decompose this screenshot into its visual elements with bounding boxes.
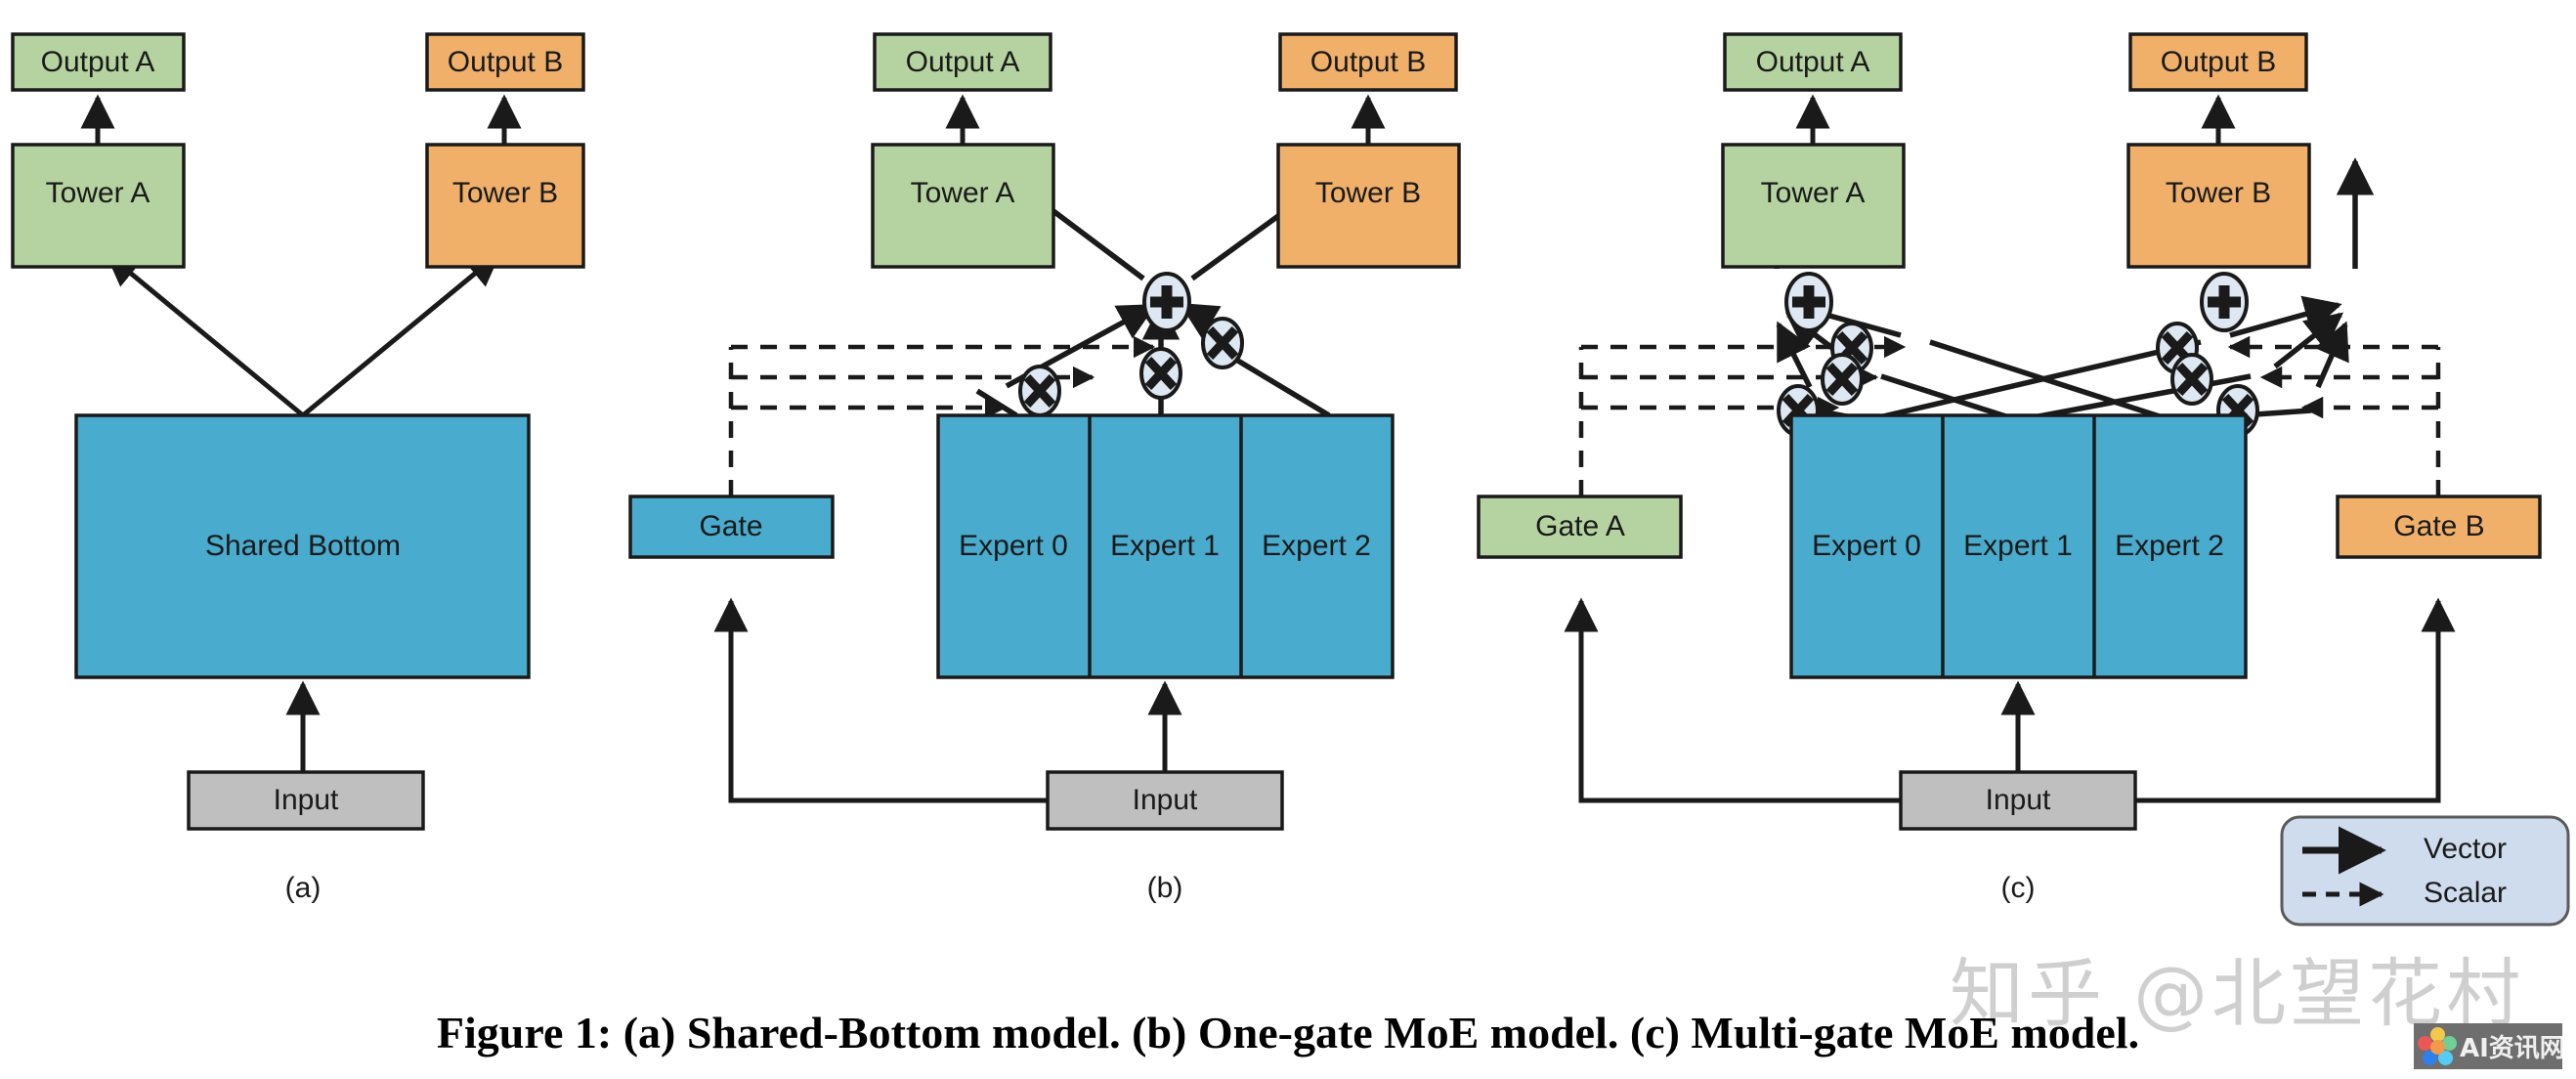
mul-node-2-panel-b [1201,317,1244,369]
edge-expert0-to-mul0 [975,388,1018,418]
label-input-panel-b: Input [1133,784,1198,816]
sum-node-a-panel-c [1784,272,1833,332]
label-gate-a-panel-c: Gate A [1535,510,1625,542]
panel-label-a: (a) [285,872,322,904]
label-expert-2-panel-b: Expert 2 [1262,530,1371,562]
label-tower-b-panel-a: Tower B [452,177,558,209]
label-tower-a-panel-c: Tower A [1761,177,1866,209]
legend-label-vector: Vector [2424,833,2507,865]
label-output-a-panel-c: Output A [1756,46,1870,78]
label-output-a-panel-a: Output A [41,46,155,78]
mul-node-a1-panel-c [1821,353,1864,406]
label-output-b-panel-b: Output B [1310,46,1426,78]
label-output-b-panel-c: Output B [2161,46,2276,78]
mul-node-0-panel-b [1018,365,1061,417]
legend-label-scalar: Scalar [2424,877,2507,909]
label-shared-bottom: Shared Bottom [205,530,401,562]
label-tower-a-panel-a: Tower A [46,177,150,209]
panel-label-c: (c) [2001,872,2036,904]
figure-caption: Figure 1: (a) Shared-Bottom model. (b) O… [436,1008,2140,1057]
edge-bottom-to-tower-a [105,251,305,417]
label-input-panel-c: Input [1986,784,2051,816]
figure-diagram: Output A Tower A Output B Tower B Shared… [11,32,2570,927]
panel-label-b: (b) [1147,872,1183,904]
mul-node-b1-panel-c [2170,353,2213,406]
panel-a: Output A Tower A Output B Tower B Shared… [11,32,585,904]
legend: Vector Scalar [2280,815,2570,927]
label-gate-panel-b: Gate [699,510,762,542]
label-tower-a-panel-b: Tower A [911,177,1015,209]
sum-node-panel-b [1142,272,1191,332]
label-expert-1-panel-b: Expert 1 [1110,530,1220,562]
sum-node-b-panel-c [2200,272,2249,332]
label-tower-b-panel-b: Tower B [1315,177,1421,209]
mul-node-1-panel-b [1139,347,1182,400]
label-output-b-panel-a: Output B [448,46,563,78]
label-gate-b-panel-c: Gate B [2393,510,2484,542]
label-expert-0-panel-b: Expert 0 [959,530,1068,562]
label-tower-b-panel-c: Tower B [2166,177,2271,209]
label-input-panel-a: Input [274,784,339,816]
edge-bottom-to-tower-b [301,251,501,417]
panel-c: Output A Tower A Output B Tower B Gate A… [1477,32,2542,904]
label-expert-0-panel-c: Expert 0 [1812,530,1921,562]
edge-e2-to-mulA2 [1929,339,2172,423]
edge-expert2-to-mul2 [1229,354,1331,418]
label-expert-2-panel-c: Expert 2 [2115,530,2224,562]
panel-b: Output A Tower A Output B Tower B Gate E… [628,32,1461,904]
label-output-a-panel-b: Output A [906,46,1020,78]
label-expert-1-panel-c: Expert 1 [1963,530,2073,562]
panel-c-scalar-edges-b [2227,335,2441,496]
edge-e0-to-mulB2 [1866,339,2202,423]
